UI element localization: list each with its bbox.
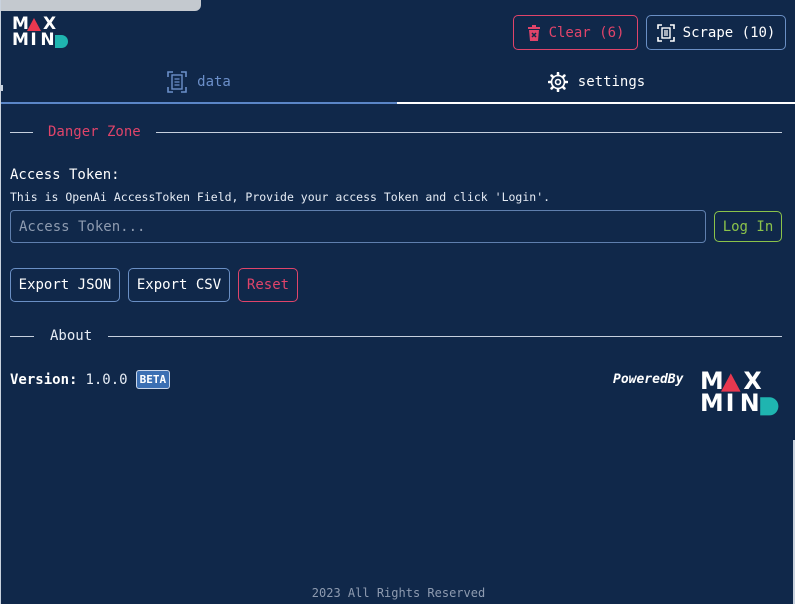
access-token-help: This is OpenAi AccessToken Field, Provid… <box>10 190 551 204</box>
tab-settings-label: settings <box>577 74 646 90</box>
trash-icon <box>527 24 540 41</box>
scrollbar-track[interactable] <box>793 440 795 604</box>
powered-by-label: PoweredBy <box>613 372 684 387</box>
beta-badge: BETA <box>135 370 171 389</box>
scan-document-icon <box>656 23 675 42</box>
login-button[interactable]: Log In <box>714 211 782 242</box>
footer-copyright: 2023 All Rights Reserved <box>311 586 486 600</box>
export-csv-button[interactable]: Export CSV <box>128 268 230 302</box>
maxmind-logo: M X M I N <box>12 16 68 50</box>
gear-icon <box>547 72 568 92</box>
divider-line <box>10 335 34 337</box>
logo-triangle-a <box>721 373 741 392</box>
logo-letter: N <box>739 390 760 419</box>
divider-line <box>10 131 33 133</box>
logo-letter: I <box>30 30 36 50</box>
tab-settings[interactable]: settings <box>397 62 795 104</box>
access-token-label: Access Token: <box>10 167 120 183</box>
access-token-input[interactable] <box>10 210 706 243</box>
scrape-button[interactable]: Scrape (10) <box>646 15 786 50</box>
version-value: 1.0.0 <box>85 371 128 388</box>
logo-d-shape <box>760 397 779 416</box>
logo-letter: M <box>12 30 29 50</box>
version-info: Version: 1.0.0 BETA <box>10 370 171 389</box>
reset-button[interactable]: Reset <box>238 268 298 302</box>
about-divider: About <box>10 328 782 344</box>
danger-zone-title: Danger Zone <box>48 124 141 140</box>
logo-letter: I <box>725 390 735 419</box>
clear-button[interactable]: Clear (6) <box>513 15 638 50</box>
version-key: Version: <box>10 371 78 388</box>
clear-label: Clear (6) <box>548 24 625 41</box>
document-scan-icon <box>167 71 187 93</box>
scrape-label: Scrape (10) <box>682 24 776 41</box>
divider-line <box>155 131 782 133</box>
danger-zone-divider: Danger Zone <box>10 124 782 140</box>
extension-panel: M X M I N Clear (6) Scrape (10) data set… <box>0 0 795 604</box>
maxmind-logo-footer: M X M I N <box>700 370 779 419</box>
tab-data-label: data <box>197 74 231 90</box>
divider-line <box>108 335 782 337</box>
tab-bar: data settings <box>1 62 795 104</box>
logo-letter: M <box>700 390 724 419</box>
tab-data[interactable]: data <box>1 62 397 104</box>
export-json-button[interactable]: Export JSON <box>10 268 120 302</box>
logo-letter: N <box>40 30 54 50</box>
about-title: About <box>50 328 93 344</box>
logo-d-shape <box>55 35 68 48</box>
window-chrome-strip <box>1 0 201 11</box>
